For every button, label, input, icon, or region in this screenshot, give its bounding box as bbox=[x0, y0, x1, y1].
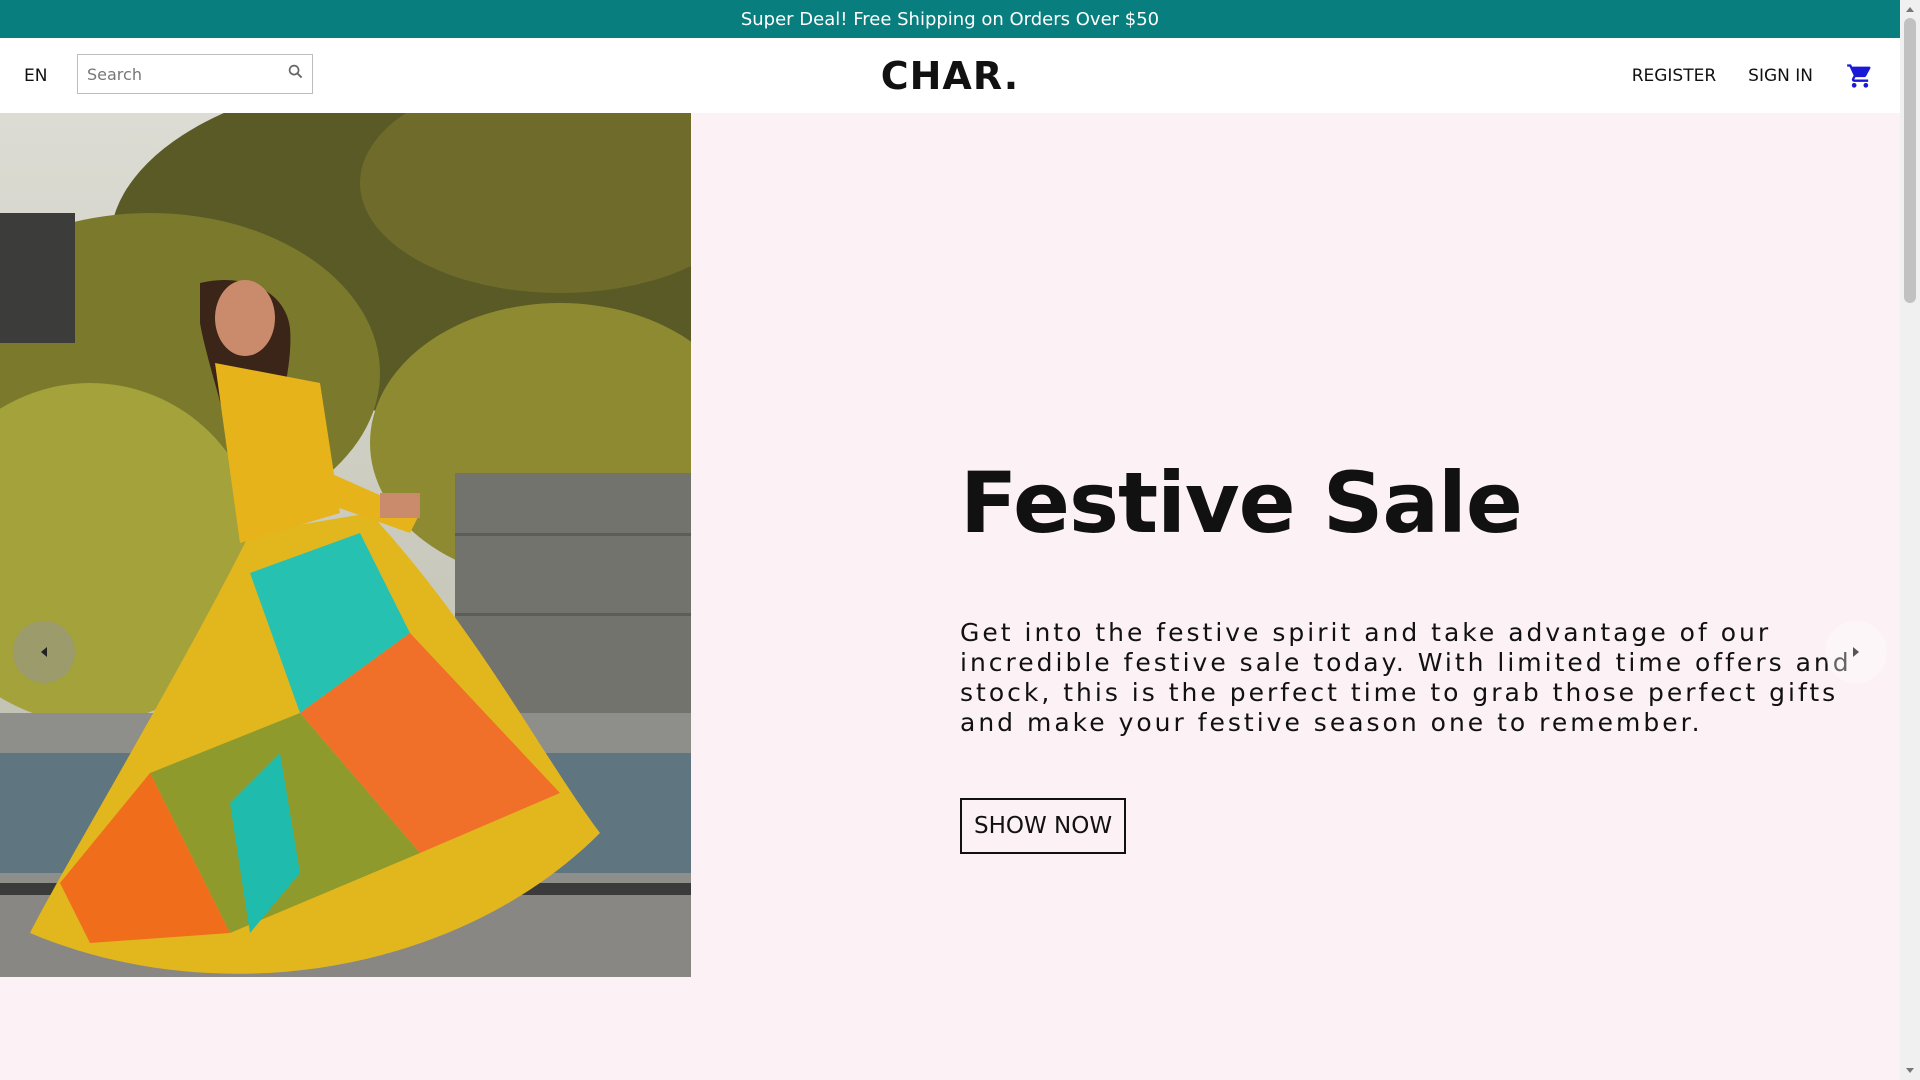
page-scrollbar[interactable] bbox=[1900, 0, 1920, 1080]
slider-prev-button[interactable] bbox=[13, 621, 75, 683]
hero-description: Get into the festive spirit and take adv… bbox=[960, 617, 1852, 737]
hero-content: Festive Sale Get into the festive spirit… bbox=[960, 453, 1860, 854]
slider-next-button[interactable] bbox=[1825, 621, 1887, 683]
register-link[interactable]: REGISTER bbox=[1632, 66, 1716, 86]
site-logo[interactable]: CHAR. bbox=[881, 54, 1020, 98]
navbar: EN CHAR. REGISTER SIGN IN bbox=[0, 38, 1900, 113]
scroll-down-icon[interactable] bbox=[1905, 1066, 1915, 1076]
show-now-button[interactable]: SHOW NOW bbox=[960, 797, 1127, 854]
account-nav: REGISTER SIGN IN bbox=[1632, 61, 1875, 91]
sign-in-link[interactable]: SIGN IN bbox=[1748, 66, 1813, 86]
announcement-text: Super Deal! Free Shipping on Orders Over… bbox=[740, 8, 1160, 30]
cart-icon[interactable] bbox=[1845, 61, 1875, 91]
chevron-right-icon bbox=[1853, 647, 1859, 657]
search-input[interactable] bbox=[87, 64, 287, 84]
hero-slider: Festive Sale Get into the festive spirit… bbox=[0, 113, 1900, 977]
language-selector[interactable]: EN bbox=[24, 66, 47, 86]
scroll-up-icon[interactable] bbox=[1905, 4, 1915, 14]
hero-title: Festive Sale bbox=[960, 454, 1523, 552]
announcement-bar: Super Deal! Free Shipping on Orders Over… bbox=[0, 0, 1900, 38]
search-icon[interactable] bbox=[287, 62, 304, 80]
search-box bbox=[77, 54, 313, 94]
chevron-left-icon bbox=[41, 647, 47, 657]
hero-image bbox=[0, 113, 691, 977]
scrollbar-thumb[interactable] bbox=[1904, 18, 1916, 303]
